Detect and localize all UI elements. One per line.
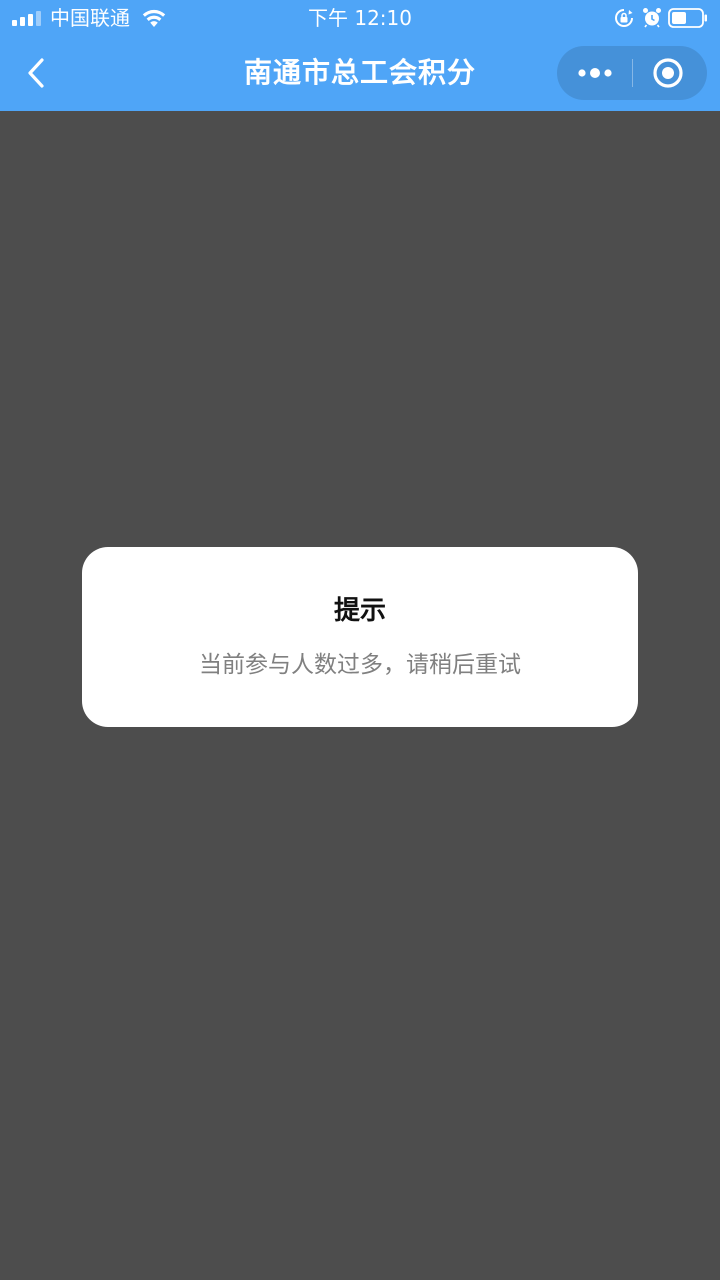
page-title: 南通市总工会积分 bbox=[243, 56, 476, 89]
more-dots-icon[interactable] bbox=[573, 58, 617, 88]
app-screen: 中国联通 下午 12:10 南通市总工会积分 提示 当前参与人数过多，请稍后重试 bbox=[0, 0, 720, 1280]
status-bar: 中国联通 下午 12:10 bbox=[0, 0, 720, 36]
status-time: 下午 12:10 bbox=[308, 6, 412, 30]
close-miniprogram-icon[interactable] bbox=[651, 56, 685, 90]
navigation-bar: 南通市总工会积分 bbox=[0, 36, 720, 111]
back-chevron-icon[interactable] bbox=[22, 54, 56, 92]
rotation-lock-icon bbox=[615, 9, 633, 27]
dialog-message: 当前参与人数过多，请稍后重试 bbox=[199, 652, 521, 678]
alarm-icon bbox=[643, 8, 661, 28]
alert-dialog: 提示 当前参与人数过多，请稍后重试 bbox=[82, 547, 638, 727]
capsule-divider bbox=[632, 59, 633, 87]
dialog-title: 提示 bbox=[333, 596, 386, 626]
battery-icon bbox=[668, 8, 707, 28]
header: 中国联通 下午 12:10 南通市总工会积分 bbox=[0, 0, 720, 111]
miniprogram-capsule bbox=[557, 46, 707, 100]
